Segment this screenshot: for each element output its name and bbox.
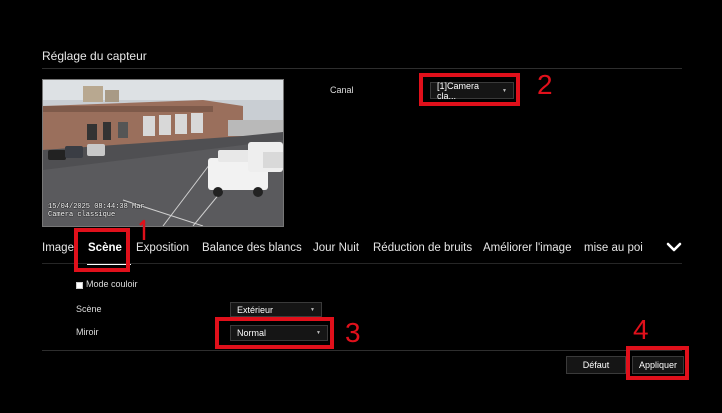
corridor-mode-checkbox[interactable] (76, 282, 83, 289)
callout-number-3: 3 (345, 317, 361, 348)
callout-number-2: 2 (537, 69, 553, 100)
channel-label: Canal (330, 85, 354, 95)
tab-focus[interactable]: mise au poi (584, 242, 643, 254)
tab-day-night[interactable]: Jour Nuit (313, 242, 359, 254)
callout-box-apply (626, 346, 689, 380)
callout-box-scene-tab (74, 228, 130, 272)
mirror-label: Miroir (76, 327, 99, 337)
tab-noise-reduction[interactable]: Réduction de bruits (373, 242, 472, 254)
corridor-mode-label: Mode couloir (86, 279, 138, 289)
tab-white-balance[interactable]: Balance des blancs (202, 242, 302, 254)
camera-preview: 15/04/2025 08:44:38 Mar Camera classique (42, 79, 284, 227)
scene-select[interactable]: Extérieur ▼ (230, 302, 322, 317)
chevron-down-icon[interactable] (664, 240, 684, 254)
tab-image-enhance[interactable]: Améliorer l'image (483, 242, 571, 254)
preview-timestamp: 15/04/2025 08:44:38 Mar (48, 203, 145, 211)
callout-number-4: 4 (633, 314, 649, 345)
callout-box-mirror (215, 317, 334, 349)
tab-exposure[interactable]: Exposition (136, 242, 189, 254)
title-divider (42, 68, 682, 69)
callout-number-1-icon (139, 219, 146, 240)
scene-label: Scène (76, 304, 102, 314)
page-title: Réglage du capteur (42, 49, 147, 63)
tabs-divider (42, 263, 682, 264)
tab-image[interactable]: Image (42, 242, 74, 254)
chevron-down-icon: ▼ (310, 306, 315, 313)
scene-select-value: Extérieur (237, 304, 274, 315)
callout-box-channel (419, 73, 520, 106)
preview-camera-name: Camera classique (48, 211, 116, 219)
default-button[interactable]: Défaut (566, 356, 626, 374)
footer-divider (42, 350, 682, 351)
